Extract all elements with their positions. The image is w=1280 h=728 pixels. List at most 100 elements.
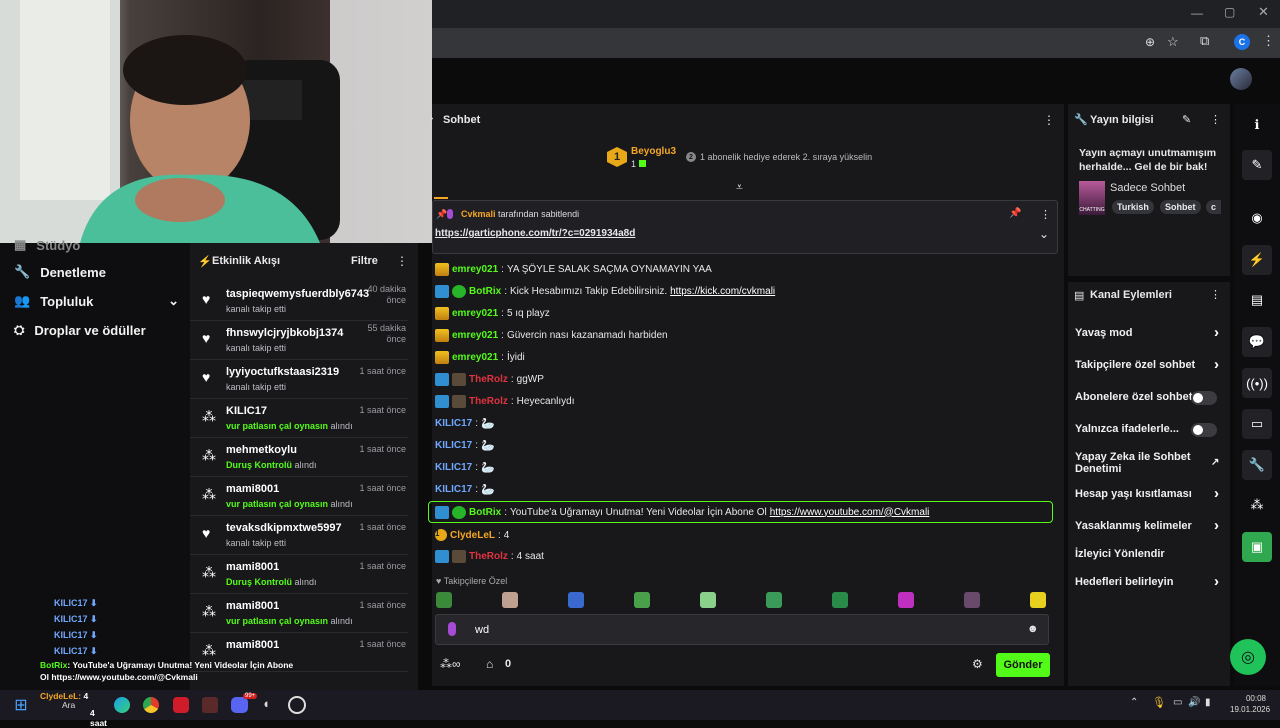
chat-username[interactable]: emrey021 [452,308,498,319]
expand-leaderboard-icon[interactable]: ⩡ [736,180,743,195]
feed-item[interactable]: ♥ taspieqwemysfuerdbly6743 40 dakika önce k… [190,282,408,321]
sidebar-item-studio[interactable]: ▦ Stüdyo [14,237,80,253]
feed-username[interactable]: taspieqwemysfuerdbly6743 [226,288,369,300]
avatar[interactable] [1230,68,1252,90]
chat-username[interactable]: BotRix [469,286,501,297]
feed-username[interactable]: mami8001 [226,561,279,573]
edge-icon[interactable] [114,697,130,713]
tag-pill[interactable]: Turkish [1112,200,1154,214]
emote-icon[interactable] [502,592,518,608]
feed-username[interactable]: tevaksdkipmxtwe5997 [226,522,342,534]
chat-username[interactable]: TheRolz [469,374,508,385]
feed-item[interactable]: ⁂ mami8001 1 saat önce vur patlasın çal oyn… [190,594,408,633]
minimize-icon[interactable]: — [1191,6,1203,20]
category-name[interactable]: Sadece Sohbet [1110,182,1185,194]
chat-username[interactable]: KILIC17 [435,440,472,451]
emote-icon[interactable] [898,592,914,608]
feed-item[interactable]: ♥ tevaksdkipmxtwe5997 1 saat önce kanalı ta… [190,516,408,555]
points-icon[interactable]: ⁂∞ [440,657,461,671]
obs-icon[interactable] [288,696,306,714]
star-icon[interactable]: ☆ [1167,34,1179,50]
emote-icon[interactable] [634,592,650,608]
clock[interactable]: 00:08 19.01.2026 [1230,693,1270,715]
feed-item[interactable]: ♥ fhnswylcjryjbkobj1374 55 dakika önce kana… [190,321,408,360]
feed-username[interactable]: mami8001 [226,483,279,495]
send-button[interactable]: Gönder [996,653,1050,677]
display-icon[interactable]: ▭ [1173,697,1182,708]
feed-item[interactable]: ⁂ KILIC17 1 saat önce vur patlasın çal oyna… [190,399,408,438]
pinned-more-icon[interactable]: ⋮ [1040,208,1051,221]
collapse-icon[interactable]: › [430,113,433,124]
category-thumbnail[interactable]: CHATTING [1079,181,1105,215]
tray-expand-icon[interactable]: ⌃ [1130,697,1138,708]
app-extension-icon[interactable]: ▣ [1242,532,1272,562]
extensions-icon[interactable]: ⧉ [1200,33,1209,49]
emote-icon[interactable] [832,592,848,608]
channel-action-item[interactable]: Hesap yaşı kısıtlaması › [1075,486,1225,501]
emote-icon[interactable] [964,592,980,608]
chat-input[interactable]: wd ☻ [435,614,1049,645]
chat-input-value[interactable]: wd [475,624,489,636]
emote-icon[interactable] [766,592,782,608]
camera-icon[interactable]: ◉ [1242,203,1272,233]
pencil-icon[interactable]: ✎ [1242,150,1272,180]
emote-icon[interactable] [700,592,716,608]
chevron-down-icon[interactable]: ⌄ [1039,227,1049,241]
channel-action-item[interactable]: Yasaklanmış kelimeler › [1075,518,1225,533]
emote-icon[interactable] [568,592,584,608]
filter-button[interactable]: Filtre [351,255,378,267]
chat-link[interactable]: https://kick.com/cvkmali [670,286,775,297]
channel-action-item[interactable]: Abonelere özel sohbet [1075,391,1225,405]
profile-icon[interactable]: C [1234,34,1250,50]
taskbar-search[interactable]: ClydeLeL: 4 Ara 4 saat [32,690,107,728]
info-icon[interactable]: ℹ [1242,110,1272,140]
menu-icon[interactable]: ⋮ [1262,33,1275,49]
channel-action-item[interactable]: Takipçilere özel sohbet › [1075,357,1225,372]
chat-username[interactable]: emrey021 [452,352,498,363]
tag-pill[interactable]: Sohbet [1160,200,1201,214]
chat-username[interactable]: KILIC17 [435,484,472,495]
lightning-icon[interactable]: ⚡ [1242,245,1272,275]
emote-icon[interactable] [1030,592,1046,608]
emote-icon[interactable] [436,592,452,608]
chat-username[interactable]: emrey021 [452,330,498,341]
chat-icon[interactable]: 💬 [1242,327,1272,357]
channel-action-item[interactable]: Yavaş mod › [1075,325,1225,340]
app-icon[interactable]: ◖ [262,696,270,711]
game-icon[interactable] [202,697,218,713]
channel-action-item[interactable]: İzleyici Yönlendir [1075,548,1225,560]
maximize-icon[interactable]: ▢ [1224,5,1235,19]
sidebar-item-moderation[interactable]: 🔧 Denetleme [14,264,106,280]
toggle-switch[interactable] [1191,423,1217,437]
feed-username[interactable]: mami8001 [226,600,279,612]
chat-username[interactable]: TheRolz [469,396,508,407]
feed-item[interactable]: ⁂ mehmetkoylu 1 saat önce Duruş Kontrolü al… [190,438,408,477]
channel-action-item[interactable]: Hedefleri belirleyin › [1075,574,1225,589]
drops-icon[interactable]: ⁂ [1242,490,1272,520]
support-chat-icon[interactable]: ◎ [1230,639,1266,675]
channel-action-item[interactable]: Yapay Zeka ile Sohbet Denetimi ↗ [1075,451,1219,475]
chat-more-icon[interactable]: ⋮ [1043,113,1055,127]
settings-icon[interactable]: ⚙ [972,657,983,671]
unpin-icon[interactable]: 📌 [1009,208,1021,219]
chat-username[interactable]: TheRolz [469,551,508,562]
feed-item[interactable]: ⁂ mami8001 1 saat önce Duruş Kontrolü alınd… [190,555,408,594]
chat-username[interactable]: ClydeLeL [450,530,495,541]
feed-username[interactable]: KILIC17 [226,405,267,417]
battery-icon[interactable]: ▮ [1205,697,1211,708]
speaker-icon[interactable]: 🔊 [1188,697,1200,708]
sidebar-item-community[interactable]: 👥 Topluluk ⌄ [14,293,179,309]
layout-icon[interactable]: ▭ [1242,409,1272,439]
feed-username[interactable]: mami8001 [226,639,279,651]
chat-username[interactable]: KILIC17 [435,462,472,473]
feed-item[interactable]: ♥ lyyiyoctufkstaasi2319 1 saat önce kanalı … [190,360,408,399]
chrome-icon[interactable] [143,697,159,713]
feed-username[interactable]: fhnswylcjryjbkobj1374 [226,327,343,339]
actions-more-icon[interactable]: ⋮ [1210,288,1221,301]
discord-icon[interactable] [231,697,248,713]
toggle-switch[interactable] [1191,391,1217,405]
chat-username[interactable]: emrey021 [452,264,498,275]
feed-item[interactable]: ⁂ mami8001 1 saat önce vur patlasın çal oyn… [190,477,408,516]
emoji-icon[interactable]: ☻ [1027,623,1039,635]
tag-pill[interactable]: c [1206,200,1222,214]
